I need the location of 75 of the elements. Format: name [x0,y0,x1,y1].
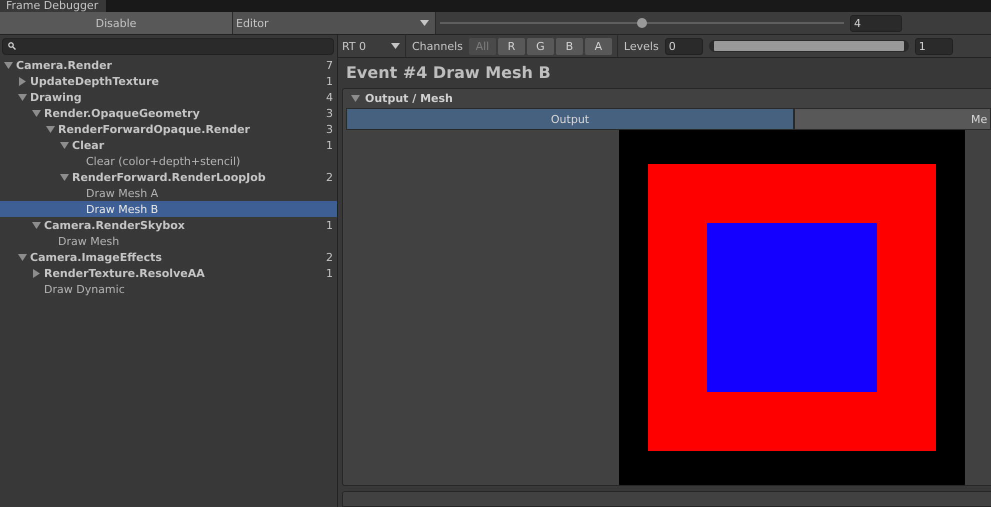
event-count: 3 [326,122,333,136]
expanded-arrow-icon[interactable] [60,140,69,150]
channels-label: Channels [412,40,463,52]
tree-label: Camera.ImageEffects [30,250,163,264]
search-icon [8,42,16,50]
tree-label: Draw Dynamic [43,282,126,296]
levels-min-field[interactable]: 0 [664,38,703,54]
event-count: 3 [326,106,333,120]
tree-label: Camera.Render [16,58,113,72]
tree-label: Camera.RenderSkybox [44,218,186,232]
tree-item[interactable]: Camera.Render 7 [0,57,337,73]
event-number-field[interactable]: 4 [850,14,902,32]
tree-label: Render.OpaqueGeometry [44,106,201,120]
event-slider[interactable] [440,16,844,30]
tree-item[interactable]: Draw Dynamic [0,281,337,297]
tree-item[interactable]: Camera.ImageEffects 2 [0,249,337,265]
expanded-arrow-icon[interactable] [351,94,360,104]
tree-label: UpdateDepthTexture [30,74,160,88]
expanded-arrow-icon[interactable] [18,252,27,262]
tree-item[interactable]: Clear 1 [0,137,337,153]
expanded-arrow-icon[interactable] [18,92,27,102]
tree-item[interactable]: Drawing 4 [0,89,337,105]
tree-label: Draw Mesh B [85,202,160,216]
tree-label: Draw Mesh [57,234,120,248]
levels-max-field[interactable]: 1 [914,38,953,54]
section-title: Output / Mesh [365,92,453,106]
event-count: 1 [326,74,333,88]
window-tab[interactable]: Frame Debugger [0,0,106,12]
collapsed-arrow-icon[interactable] [18,76,27,86]
tree-item[interactable]: Render.OpaqueGeometry 3 [0,105,337,121]
output-tab[interactable]: Me [794,108,991,130]
tree-item[interactable]: Draw Mesh B [0,201,337,217]
tree-item[interactable]: RenderForwardOpaque.Render 3 [0,121,337,137]
dropdown-caret-icon [391,43,400,49]
channel-toggle[interactable]: G [526,38,554,54]
tree-item[interactable]: UpdateDepthTexture 1 [0,73,337,89]
tree-item[interactable]: Camera.RenderSkybox 1 [0,217,337,233]
levels-range-slider[interactable] [708,40,909,52]
event-count: 1 [326,138,333,152]
event-count: 7 [326,58,333,72]
expanded-arrow-icon[interactable] [32,220,41,230]
search-field[interactable] [2,38,334,54]
levels-label: Levels [624,40,659,52]
expanded-arrow-icon[interactable] [60,172,69,182]
tree-label: Clear [72,138,106,152]
tree-label: Drawing [30,90,83,104]
channel-toggle[interactable]: A [584,38,612,54]
dropdown-caret-icon [420,20,429,26]
tree-label: RenderForwardOpaque.Render [58,122,251,136]
tree-label: Clear (color+depth+stencil) [85,154,242,168]
collapsed-arrow-icon[interactable] [32,268,41,278]
expanded-arrow-icon[interactable] [4,60,13,70]
disable-button[interactable]: Disable [0,12,233,34]
tree-item[interactable]: Clear (color+depth+stencil) [0,153,337,169]
expanded-arrow-icon[interactable] [46,124,55,134]
target-dropdown[interactable]: Editor [233,12,436,34]
tree-item[interactable]: Draw Mesh [0,233,337,249]
tree-label: RenderForward.RenderLoopJob [72,170,267,184]
channel-toggle[interactable]: B [556,38,583,54]
event-count: 2 [326,250,333,264]
event-count: 1 [326,218,333,232]
tree-item[interactable]: RenderTexture.ResolveAA 1 [0,265,337,281]
tree-label: Draw Mesh A [85,186,160,200]
event-count: 2 [326,170,333,184]
tree-item[interactable]: RenderForward.RenderLoopJob 2 [0,169,337,185]
tree-item[interactable]: Draw Mesh A [0,185,337,201]
render-target-dropdown[interactable]: RT 0 [338,35,406,57]
slider-thumb[interactable] [637,18,647,28]
event-count: 4 [326,90,333,104]
output-tab[interactable]: Output [346,108,794,130]
event-count: 1 [326,266,333,280]
expanded-arrow-icon[interactable] [32,108,41,118]
tree-label: RenderTexture.ResolveAA [44,266,206,280]
event-title: Event #4 Draw Mesh B [345,62,552,84]
channel-toggle[interactable]: R [498,38,525,54]
